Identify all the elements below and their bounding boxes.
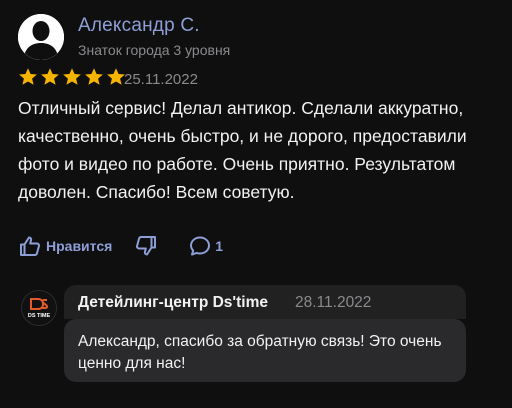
review-card: Александр С. Знаток города 3 уровня 25.1… <box>0 0 512 408</box>
review-text: Отличный сервис! Делал антикор. Сделали … <box>18 98 467 202</box>
star-icon <box>41 68 59 85</box>
reply-text: Александр, спасибо за обратную связь! Эт… <box>78 333 442 372</box>
org-logo-text: DS TIME <box>28 313 51 319</box>
star-icon <box>107 68 125 85</box>
reply-date: 28.11.2022 <box>295 294 372 311</box>
org-logo-icon[interactable]: DS TIME <box>21 290 57 326</box>
star-icon <box>63 68 81 85</box>
author-badge: Знаток города 3 уровня <box>78 42 231 58</box>
thumbs-up-icon <box>20 236 40 256</box>
reply-header: Детейлинг-центр Ds'time 28.11.2022 <box>64 285 466 319</box>
rating-stars <box>18 67 126 87</box>
like-button[interactable]: Нравится <box>18 234 112 258</box>
thumbs-down-icon <box>136 236 157 256</box>
comment-icon <box>190 236 211 256</box>
star-icon <box>85 68 103 85</box>
comments-button[interactable]: 1 <box>188 234 223 258</box>
review-date: 25.11.2022 <box>124 71 198 88</box>
author-name[interactable]: Александр С. <box>78 15 200 37</box>
reply-organization[interactable]: Детейлинг-центр Ds'time <box>78 294 268 312</box>
user-avatar-icon[interactable] <box>18 14 64 60</box>
dislike-button[interactable] <box>134 234 158 258</box>
review-actions: Нравится 1 <box>18 232 223 260</box>
reply-bubble: Александр, спасибо за обратную связь! Эт… <box>64 319 466 382</box>
star-icon <box>19 68 37 85</box>
like-label: Нравится <box>46 238 113 254</box>
comment-count: 1 <box>215 238 224 254</box>
